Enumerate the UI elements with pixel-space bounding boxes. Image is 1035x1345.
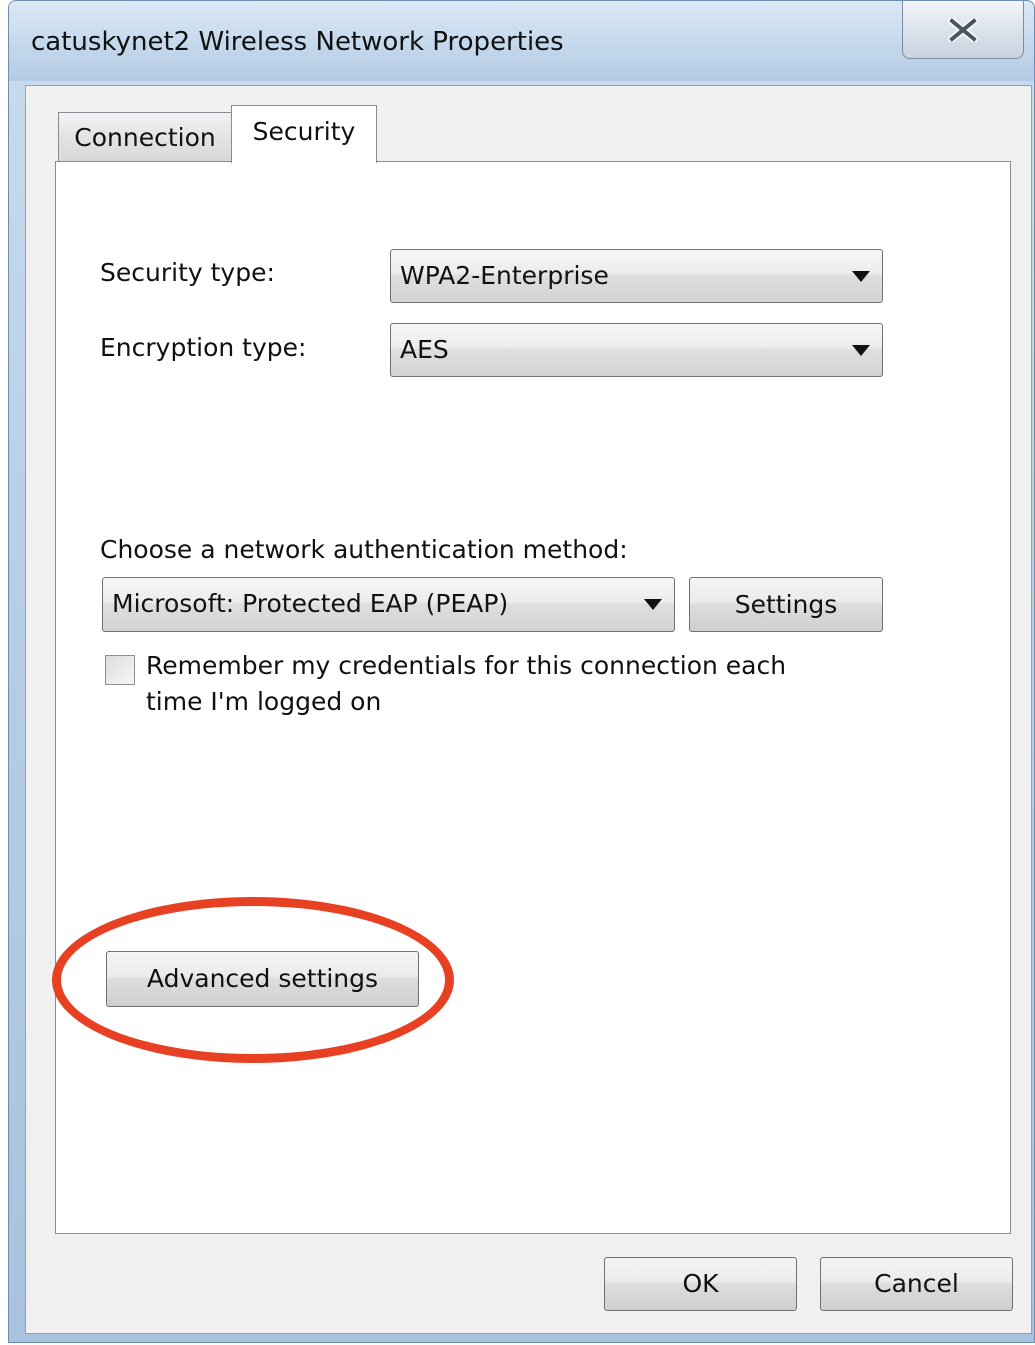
security-type-value: WPA2-Enterprise	[400, 261, 609, 290]
title-bar[interactable]: catuskynet2 Wireless Network Properties	[9, 1, 1034, 81]
security-type-dropdown[interactable]: WPA2-Enterprise	[390, 249, 883, 303]
remember-credentials-label-line2: time I'm logged on	[146, 687, 382, 716]
window-title: catuskynet2 Wireless Network Properties	[31, 27, 564, 57]
encryption-type-dropdown[interactable]: AES	[390, 323, 883, 377]
dialog-window: catuskynet2 Wireless Network Properties …	[8, 0, 1035, 1343]
remember-credentials-checkbox[interactable]	[105, 655, 135, 685]
close-icon	[948, 18, 978, 42]
auth-method-value: Microsoft: Protected EAP (PEAP)	[112, 589, 509, 618]
auth-method-label: Choose a network authentication method:	[100, 535, 628, 564]
tab-connection[interactable]: Connection	[58, 112, 232, 162]
close-button[interactable]	[902, 1, 1024, 59]
screenshot: catuskynet2 Wireless Network Properties …	[0, 0, 1035, 1345]
cancel-button[interactable]: Cancel	[820, 1257, 1013, 1311]
encryption-type-label: Encryption type:	[100, 333, 307, 362]
dialog-client-area: Connection Security Security type: WPA2-…	[25, 85, 1032, 1334]
chevron-down-icon	[852, 345, 870, 356]
ok-button[interactable]: OK	[604, 1257, 797, 1311]
chevron-down-icon	[852, 271, 870, 282]
remember-credentials-label-line1: Remember my credentials for this connect…	[146, 651, 787, 680]
chevron-down-icon	[644, 599, 662, 610]
encryption-type-value: AES	[400, 335, 449, 364]
auth-settings-button[interactable]: Settings	[689, 577, 883, 632]
advanced-settings-button[interactable]: Advanced settings	[106, 951, 419, 1007]
security-tab-panel: Security type: WPA2-Enterprise Encryptio…	[55, 161, 1011, 1234]
auth-method-dropdown[interactable]: Microsoft: Protected EAP (PEAP)	[102, 577, 675, 632]
tab-security[interactable]: Security	[231, 105, 377, 163]
security-type-label: Security type:	[100, 258, 275, 287]
